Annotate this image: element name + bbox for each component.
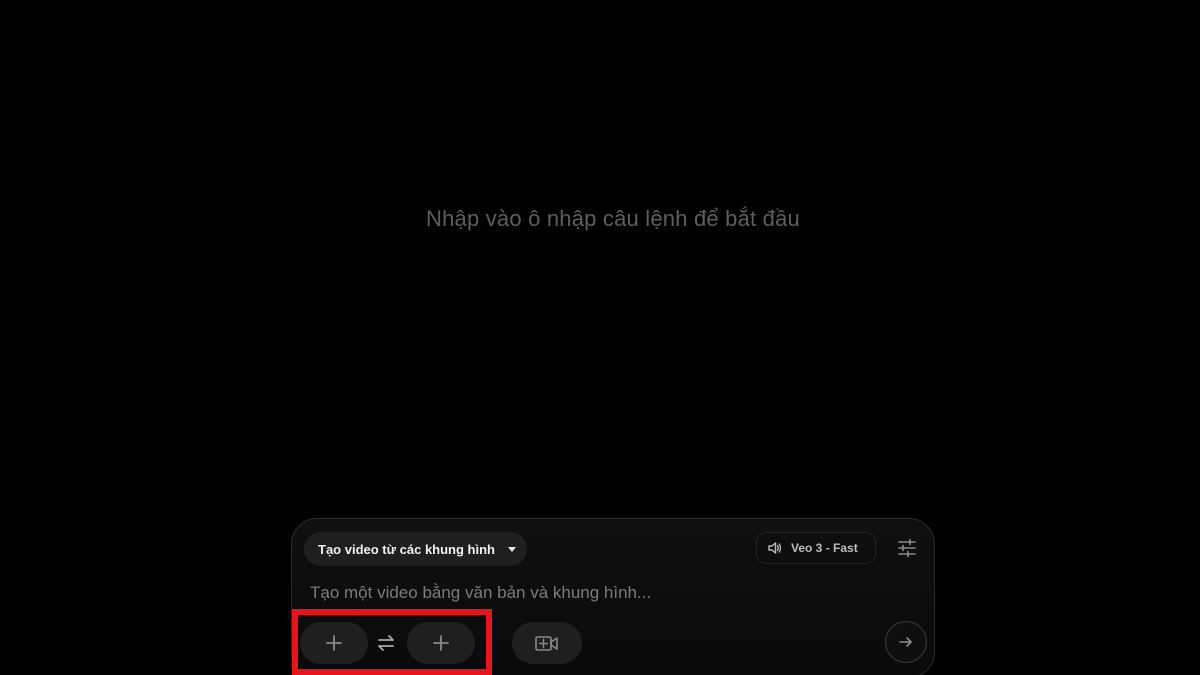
plus-icon [433, 635, 449, 651]
start-frame-add-button[interactable] [300, 622, 368, 664]
mode-select-dropdown[interactable]: Tạo video từ các khung hình [304, 532, 527, 566]
model-select-button[interactable]: Veo 3 - Fast [756, 532, 876, 564]
send-button[interactable] [885, 621, 927, 663]
prompt-composer: Tạo video từ các khung hình Veo 3 - Fast [291, 518, 935, 675]
camera-motion-button[interactable] [512, 622, 582, 664]
tune-icon [898, 538, 916, 558]
app-canvas: Nhập vào ô nhập câu lệnh để bắt đầu Tạo … [0, 0, 1200, 675]
arrow-right-icon [899, 637, 912, 647]
plus-icon [326, 635, 342, 651]
speaker-icon [768, 542, 782, 554]
mode-select-label: Tạo video từ các khung hình [318, 541, 495, 557]
empty-state-hint: Nhập vào ô nhập câu lệnh để bắt đầu [426, 206, 800, 231]
chevron-down-icon [508, 547, 516, 552]
end-frame-add-button[interactable] [407, 622, 475, 664]
settings-button[interactable] [892, 533, 922, 563]
swap-arrows-icon [378, 635, 394, 651]
swap-frames-button[interactable] [373, 630, 399, 656]
video-camera-icon [535, 636, 558, 651]
model-label: Veo 3 - Fast [791, 541, 858, 555]
prompt-input[interactable] [308, 580, 912, 606]
